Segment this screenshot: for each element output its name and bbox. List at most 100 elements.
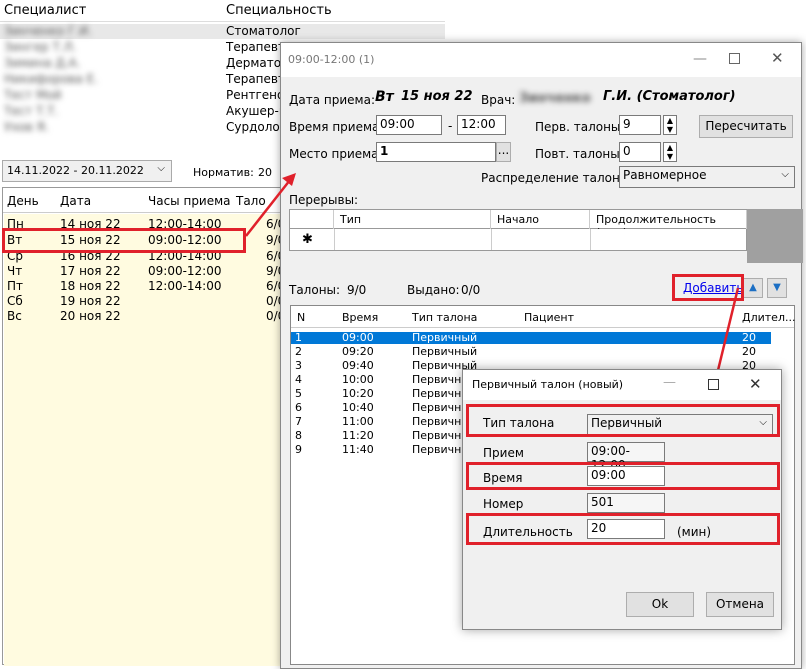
talons-col-time: Время: [342, 311, 379, 324]
day-cell: Вс: [7, 309, 22, 323]
repeat-talons-input[interactable]: 0: [619, 142, 661, 162]
talons-col-duration: Длител...: [742, 311, 796, 324]
doctor-value: Г.И. (Стоматолог): [603, 89, 736, 104]
place-input[interactable]: 1: [376, 142, 496, 162]
ok-button[interactable]: Ok: [626, 592, 694, 617]
filter-icon[interactable]: ▼: [767, 278, 787, 298]
days-table-header: День Дата Часы приема Тало: [3, 188, 289, 213]
day-row[interactable]: Вс 20 ноя 22 0/0: [4, 310, 304, 323]
date-value: 15 ноя 22: [401, 89, 473, 104]
talon-n: 7: [295, 415, 302, 428]
minimize-icon[interactable]: —: [663, 375, 676, 390]
specialist-name: Зимина Д.А.: [4, 56, 81, 70]
talon-n: 5: [295, 387, 302, 400]
talon-n: 4: [295, 373, 302, 386]
specialist-name: Тест Мой: [4, 88, 62, 102]
distribution-label: Распределение талонов:: [481, 171, 639, 185]
hours-cell: 12:00-14:00: [148, 279, 222, 293]
talon-n: 6: [295, 401, 302, 414]
time-label: Время приема:: [289, 120, 384, 134]
breaks-new-row[interactable]: ✱: [289, 229, 747, 251]
cancel-button[interactable]: Отмена: [706, 592, 774, 617]
breaks-col-type: Тип: [334, 210, 491, 230]
time-to-input[interactable]: 12:00: [457, 115, 506, 135]
talons-grid-header: N Время Тип талона Пациент Длител...: [291, 306, 796, 328]
talon-time: 09:20: [342, 345, 374, 358]
specialist-table-header: Специалист Специальность: [0, 0, 445, 22]
talon-time: 11:40: [342, 443, 374, 456]
talon-duration: 20: [742, 331, 756, 344]
col-day: День: [7, 194, 39, 208]
date-cell: 17 ноя 22: [60, 264, 121, 278]
breaks-col-start: Начало приема: [491, 210, 590, 239]
talons-label: Талоны:: [289, 283, 341, 297]
repeat-talons-label: Повт. талоны:: [535, 147, 624, 161]
talon-type: Первичный: [412, 345, 478, 358]
talon-time: 11:00: [342, 415, 374, 428]
number-field: 501: [587, 493, 665, 513]
norm-value: 20: [258, 166, 272, 179]
minimize-icon[interactable]: —: [693, 51, 707, 67]
talon-type: Первичный: [412, 331, 478, 344]
date-label: Дата приема:: [289, 93, 375, 107]
specialist-name: Тест Т.Т.: [4, 104, 59, 118]
specialist-name: Ухов Я.: [4, 120, 49, 134]
day-row[interactable]: Пт 18 ноя 22 12:00-14:00 6/0: [4, 280, 304, 293]
specialist-name: Зинченко Г.И.: [4, 24, 92, 38]
reception-field: 09:00-12:00: [587, 442, 665, 472]
talon-time: 11:20: [342, 429, 374, 442]
chevron-down-icon: ⌵: [157, 163, 165, 174]
close-icon[interactable]: ✕: [749, 375, 762, 393]
week-range-select[interactable]: 14.11.2022 - 20.11.2022 ⌵: [2, 160, 172, 182]
time-from-input[interactable]: 09:00: [376, 115, 442, 135]
recalc-button[interactable]: Пересчитать: [699, 115, 793, 138]
first-talons-input[interactable]: 9: [619, 115, 661, 135]
talons-value: 9/0: [347, 283, 367, 297]
distribution-select[interactable]: Равномерное ⌵: [619, 166, 795, 188]
talon-duration: 20: [742, 345, 756, 358]
talon-row[interactable]: 2 09:20 Первичный 20: [291, 346, 771, 358]
highlight-talon-type: [466, 404, 780, 437]
talon-time: 10:20: [342, 387, 374, 400]
first-talons-label: Перв. талоны:: [535, 120, 625, 134]
col-speciality: Специальность: [226, 3, 332, 18]
place-browse-button[interactable]: ...: [496, 142, 511, 162]
dialog-title: 09:00-12:00 (1): [288, 53, 375, 66]
col-date: Дата: [60, 194, 92, 208]
repeat-talons-spinner[interactable]: ▲ ▼: [663, 142, 677, 162]
first-talons-spinner[interactable]: ▲ ▼: [663, 115, 677, 135]
talon-time: 10:00: [342, 373, 374, 386]
maximize-icon[interactable]: [708, 379, 719, 390]
day-row[interactable]: Сб 19 ноя 22 0/0: [4, 295, 304, 308]
doctor-label: Врач:: [481, 93, 516, 107]
new-row-icon: ✱: [302, 232, 313, 247]
talon-row-selected[interactable]: 1 09:00 Первичный 20: [291, 332, 771, 344]
breaks-grid-empty-area: [747, 209, 803, 263]
chevron-down-icon: ⌵: [781, 169, 789, 180]
talon-dialog-titlebar: Первичный талон (новый) — ✕: [463, 370, 781, 400]
breaks-divider: [491, 229, 492, 250]
highlight-add-link: [672, 274, 744, 301]
talons-col-type: Тип талона: [412, 311, 478, 324]
specialist-speciality: Сурдолог: [226, 120, 287, 134]
col-hours: Часы приема: [148, 194, 231, 208]
talon-n: 1: [295, 331, 302, 344]
col-talons: Тало: [236, 194, 266, 208]
date-cell: 19 ноя 22: [60, 294, 121, 308]
maximize-icon[interactable]: [729, 53, 740, 64]
move-up-icon[interactable]: ▲: [743, 278, 763, 298]
breaks-grid: Тип Начало приема Продолжительность (мин…: [289, 209, 803, 263]
doctor-name-blurred: Зинченко: [519, 91, 591, 106]
talon-time: 09:00: [342, 331, 374, 344]
week-range-value: 14.11.2022 - 20.11.2022: [7, 164, 144, 177]
highlight-time: [466, 462, 780, 490]
breaks-divider: [334, 229, 335, 250]
issued-value: 0/0: [461, 283, 481, 297]
close-icon[interactable]: ✕: [771, 49, 784, 67]
day-row[interactable]: Чт 17 ноя 22 09:00-12:00 9/0: [4, 265, 304, 278]
specialist-row[interactable]: Зинченко Г.И. Стоматолог: [0, 24, 445, 39]
norm-label: Норматив:: [193, 166, 254, 179]
talon-n: 9: [295, 443, 302, 456]
breaks-label: Перерывы:: [289, 193, 359, 207]
date-day: Вт: [375, 89, 394, 105]
